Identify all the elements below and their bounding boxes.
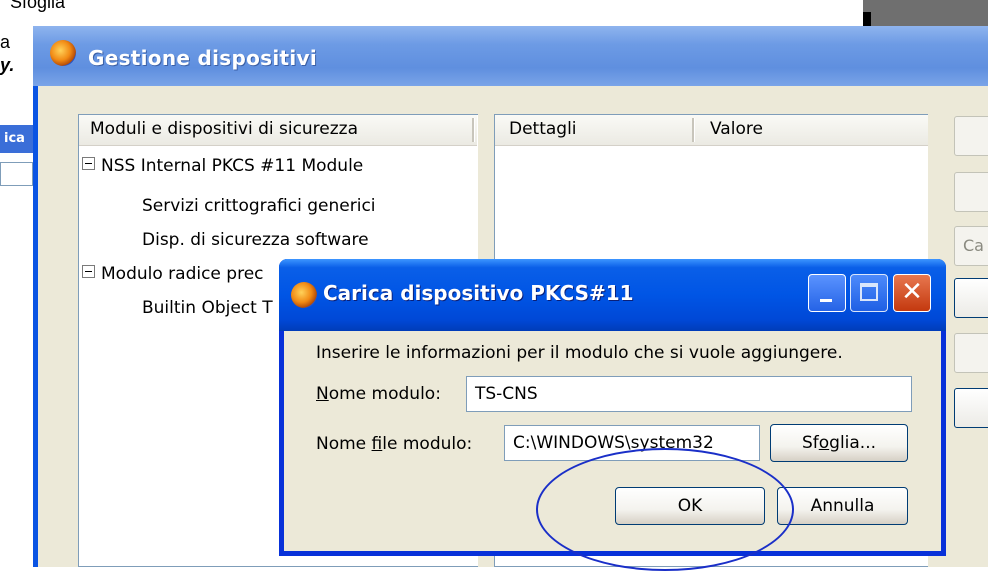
browse-label-rest: glia... (829, 433, 877, 453)
background-window-edge (863, 0, 988, 26)
tree-header-label: Moduli e dispositivi di sicurezza (90, 119, 359, 139)
tree-row-generic-crypto[interactable]: Servizi crittografici generici (142, 196, 376, 216)
highlight-ellipse (536, 448, 794, 571)
cancel-button[interactable]: Annulla (777, 487, 908, 525)
tree-row-label: Builtin Object T (142, 298, 273, 318)
details-column-label[interactable]: Dettagli (509, 119, 577, 139)
tree-header-divider[interactable] (472, 118, 475, 142)
tree-row-label: Disp. di sicurezza software (142, 230, 369, 250)
device-manager-title: Gestione dispositivi (88, 46, 318, 70)
maximize-button[interactable] (850, 274, 888, 312)
background-text-side-2: y. (0, 55, 15, 75)
module-name-label: Nome modulo: (316, 384, 441, 404)
tree-row-label: Modulo radice prec (101, 264, 264, 284)
tree-row-builtin-object-token[interactable]: Builtin Object T (142, 298, 273, 318)
module-file-label-part1: Nome (316, 434, 372, 454)
module-file-accesskey: f (371, 434, 383, 454)
browse-accesskey: o (818, 433, 830, 453)
minimize-button[interactable] (808, 274, 846, 312)
side-button-4[interactable] (954, 278, 988, 318)
background-side-label: ica (0, 125, 33, 153)
side-button-5[interactable] (954, 333, 988, 373)
module-name-input[interactable]: TS-CNS (466, 376, 912, 412)
module-name-label-text: ome modulo: (328, 384, 441, 404)
browse-button[interactable]: Sfoglia... (770, 424, 908, 462)
tree-row-nss-internal[interactable]: NSS Internal PKCS #11 Module (82, 156, 363, 176)
tree-row-root-module[interactable]: Modulo radice prec (82, 264, 264, 284)
tree-row-label: NSS Internal PKCS #11 Module (101, 156, 364, 176)
background-text-top: Sfoglia (10, 0, 66, 12)
side-button-load[interactable]: Ca (954, 226, 988, 266)
tree-row-label: Servizi crittografici generici (142, 196, 376, 216)
browse-label-s: Sf (801, 433, 819, 453)
firefox-icon (50, 40, 76, 66)
module-name-accesskey: N (316, 384, 329, 404)
background-side-field (0, 162, 33, 186)
close-icon: ✕ (901, 277, 923, 307)
maximize-icon (860, 283, 878, 301)
side-button-2[interactable] (954, 172, 988, 212)
module-file-label: Nome file modulo: (316, 434, 472, 454)
module-file-label-part2: ile modulo: (382, 434, 473, 454)
side-button-1[interactable] (954, 116, 988, 156)
dialog-instruction: Inserire le informazioni per il modulo c… (316, 343, 843, 363)
firefox-icon (291, 282, 317, 308)
minimize-icon (820, 299, 832, 302)
collapse-icon[interactable] (82, 265, 95, 278)
tree-row-software-security-device[interactable]: Disp. di sicurezza software (142, 230, 369, 250)
background-text-side-1: a (0, 32, 11, 52)
details-header-divider[interactable] (692, 118, 695, 142)
close-button[interactable]: ✕ (893, 274, 931, 312)
value-column-label[interactable]: Valore (710, 119, 763, 139)
load-device-dialog-title: Carica dispositivo PKCS#11 (323, 281, 634, 305)
side-button-6[interactable] (954, 388, 988, 428)
collapse-icon[interactable] (82, 157, 95, 170)
